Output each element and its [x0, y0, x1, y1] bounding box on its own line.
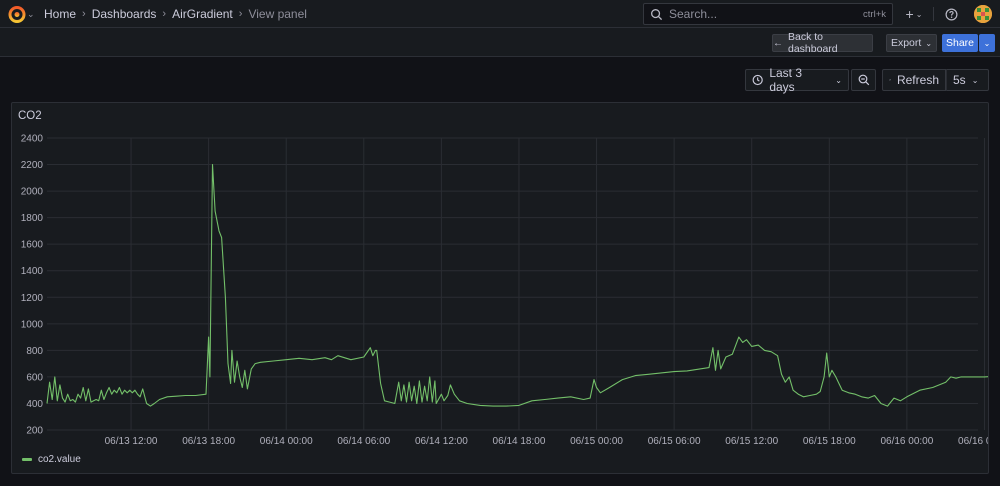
- refresh-label: Refresh: [896, 73, 939, 87]
- refresh-button[interactable]: Refresh: [882, 69, 946, 91]
- breadcrumb-home[interactable]: Home: [44, 7, 76, 21]
- y-tick-label: 800: [26, 346, 43, 357]
- x-tick-label: 06/13 18:00: [182, 436, 235, 447]
- share-button-label: Share: [945, 37, 975, 49]
- divider: [933, 7, 934, 21]
- export-button-label: Export: [890, 37, 922, 49]
- legend-swatch: [22, 458, 32, 461]
- top-nav-bar: ⌄ Home › Dashboards › AirGradient › View…: [0, 0, 1000, 28]
- search-input[interactable]: Search... ctrl+k: [643, 3, 893, 25]
- refresh-interval-value: 5s: [953, 73, 966, 87]
- refresh-icon: [889, 79, 891, 81]
- x-tick-label: 06/15 00:00: [570, 436, 623, 447]
- x-tick-label: 06/14 00:00: [260, 436, 313, 447]
- breadcrumb-separator-icon: ›: [82, 8, 86, 20]
- refresh-interval-picker[interactable]: 5s ⌄: [946, 69, 989, 91]
- breadcrumb-separator-icon: ›: [162, 8, 167, 20]
- breadcrumb-dashboards[interactable]: Dashboards: [92, 7, 157, 21]
- legend-label: co2.value: [38, 454, 81, 465]
- y-tick-label: 200: [26, 426, 43, 437]
- export-button[interactable]: Export ⌄: [886, 34, 937, 52]
- y-tick-label: 2000: [21, 187, 44, 198]
- y-tick-label: 400: [26, 399, 43, 410]
- y-tick-label: 1800: [21, 213, 44, 224]
- plus-icon: +: [905, 6, 914, 22]
- x-tick-label: 06/14 18:00: [493, 436, 546, 447]
- chevron-down-icon: ⌄: [971, 75, 979, 85]
- y-tick-label: 600: [26, 372, 43, 383]
- breadcrumb-airgradient[interactable]: AirGradient: [172, 7, 233, 21]
- y-tick-label: 1200: [21, 293, 44, 304]
- chevron-down-icon: ⌄: [983, 38, 991, 48]
- chevron-down-icon[interactable]: ⌄: [27, 8, 35, 20]
- co2-panel: CO2 200 400 600 800 1000 1200 1400 1600 1800 2000…: [11, 102, 989, 474]
- y-tick-label: 1000: [21, 319, 44, 330]
- y-tick-label: 2200: [21, 160, 44, 171]
- co2-time-series-chart[interactable]: 200 400 600 800 1000 1200 1400 1600 1800 2000 2200…: [12, 103, 988, 473]
- chevron-down-icon: ⌄: [925, 38, 933, 48]
- zoom-out-button[interactable]: [851, 69, 876, 91]
- avatar-icon[interactable]: [974, 5, 992, 23]
- x-tick-label: 06/15 18:00: [803, 436, 856, 447]
- x-tick-label: 06/15 12:00: [725, 436, 778, 447]
- back-button-label: Back to dashboard: [788, 31, 838, 55]
- search-shortcut: ctrl+k: [863, 8, 886, 20]
- time-range-picker[interactable]: Last 3 days ⌄: [745, 66, 849, 94]
- x-tick-label: 06/16 06:00: [958, 436, 988, 447]
- x-tick-label: 06/14 12:00: [415, 436, 468, 447]
- zoom-out-icon: [858, 74, 869, 86]
- search-icon: [651, 8, 663, 20]
- y-tick-label: 1600: [21, 240, 44, 251]
- chevron-down-icon: ⌄: [835, 75, 842, 85]
- back-to-dashboard-button[interactable]: ← Back to dashboard: [772, 31, 873, 55]
- search-placeholder: Search...: [669, 7, 718, 21]
- y-tick-label: 2400: [21, 134, 44, 145]
- breadcrumb: Home › Dashboards › AirGradient › View p…: [44, 0, 307, 28]
- breadcrumb-current: View panel: [248, 7, 307, 21]
- x-tick-label: 06/15 06:00: [648, 436, 701, 447]
- clock-icon: [752, 74, 763, 86]
- x-tick-label: 06/14 06:00: [337, 436, 390, 447]
- chevron-down-icon: ⌄: [915, 9, 923, 19]
- x-tick-label: 06/13 12:00: [105, 436, 158, 447]
- new-menu-button[interactable]: + ⌄: [900, 5, 928, 23]
- series-line-co2-value: [46, 163, 988, 407]
- arrow-left-icon: ←: [773, 37, 783, 49]
- help-icon: [945, 8, 957, 20]
- share-button[interactable]: Share: [942, 34, 978, 52]
- grafana-logo-icon[interactable]: [8, 5, 26, 23]
- breadcrumb-separator-icon: ›: [238, 8, 243, 20]
- x-tick-label: 06/16 00:00: [880, 436, 933, 447]
- time-range-label: Last 3 days: [769, 66, 803, 94]
- y-tick-label: 1400: [21, 266, 44, 277]
- help-button[interactable]: [942, 5, 960, 23]
- legend[interactable]: co2.value: [22, 454, 81, 465]
- share-options-button[interactable]: ⌄: [979, 34, 995, 52]
